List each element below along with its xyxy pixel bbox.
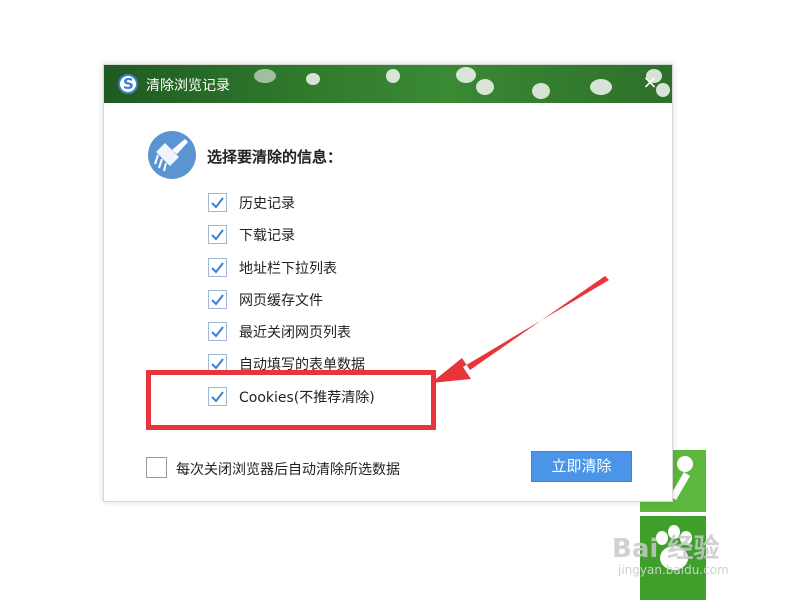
option-checkbox[interactable] bbox=[208, 387, 227, 406]
option-label: 下载记录 bbox=[239, 228, 295, 244]
option-checkbox[interactable] bbox=[208, 258, 227, 277]
option-label: 历史记录 bbox=[239, 196, 295, 212]
section-title: 选择要清除的信息： bbox=[207, 148, 343, 166]
decor-flower bbox=[386, 69, 400, 83]
option-checkbox[interactable] bbox=[208, 322, 227, 341]
option-label: 网页缓存文件 bbox=[239, 293, 323, 309]
decor-flower bbox=[306, 73, 320, 85]
checkmark-icon bbox=[211, 262, 224, 274]
decor-flower bbox=[476, 79, 494, 95]
clear-now-button[interactable]: 立即清除 bbox=[531, 451, 632, 482]
checkmark-icon bbox=[211, 326, 224, 338]
watermark-logo: Bai 经验 bbox=[612, 534, 720, 564]
checkmark-icon bbox=[211, 358, 224, 370]
option-checkbox[interactable] bbox=[208, 225, 227, 244]
option-checkbox[interactable] bbox=[208, 354, 227, 373]
dialog-title: 清除浏览记录 bbox=[146, 78, 230, 94]
decor-flower bbox=[456, 67, 476, 83]
decor-flower bbox=[590, 79, 612, 95]
checkmark-icon bbox=[211, 229, 224, 241]
broom-icon bbox=[148, 131, 196, 179]
option-label: 最近关闭网页列表 bbox=[239, 325, 351, 341]
browser-logo-icon: S bbox=[118, 74, 138, 94]
decor-flower bbox=[254, 69, 276, 83]
decor-flower bbox=[532, 83, 550, 99]
option-label: Cookies(不推荐清除) bbox=[239, 390, 375, 406]
auto-clear-label: 每次关闭浏览器后自动清除所选数据 bbox=[176, 462, 400, 478]
option-checkbox[interactable] bbox=[208, 193, 227, 212]
option-checkbox[interactable] bbox=[208, 290, 227, 309]
title-bar[interactable]: S 清除浏览记录 × bbox=[104, 65, 672, 103]
auto-clear-checkbox[interactable] bbox=[146, 457, 167, 478]
option-label: 地址栏下拉列表 bbox=[239, 261, 337, 277]
close-button[interactable]: × bbox=[639, 71, 661, 95]
checkmark-icon bbox=[211, 294, 224, 306]
option-label: 自动填写的表单数据 bbox=[239, 357, 365, 373]
watermark-url: jingyan.baidu.com bbox=[618, 563, 729, 577]
checkmark-icon bbox=[211, 391, 224, 403]
checkmark-icon bbox=[211, 197, 224, 209]
clear-browsing-data-dialog: S 清除浏览记录 × 选择要清除的信息： 历史记录 下载记录 地址栏下拉列表 网… bbox=[103, 64, 673, 502]
